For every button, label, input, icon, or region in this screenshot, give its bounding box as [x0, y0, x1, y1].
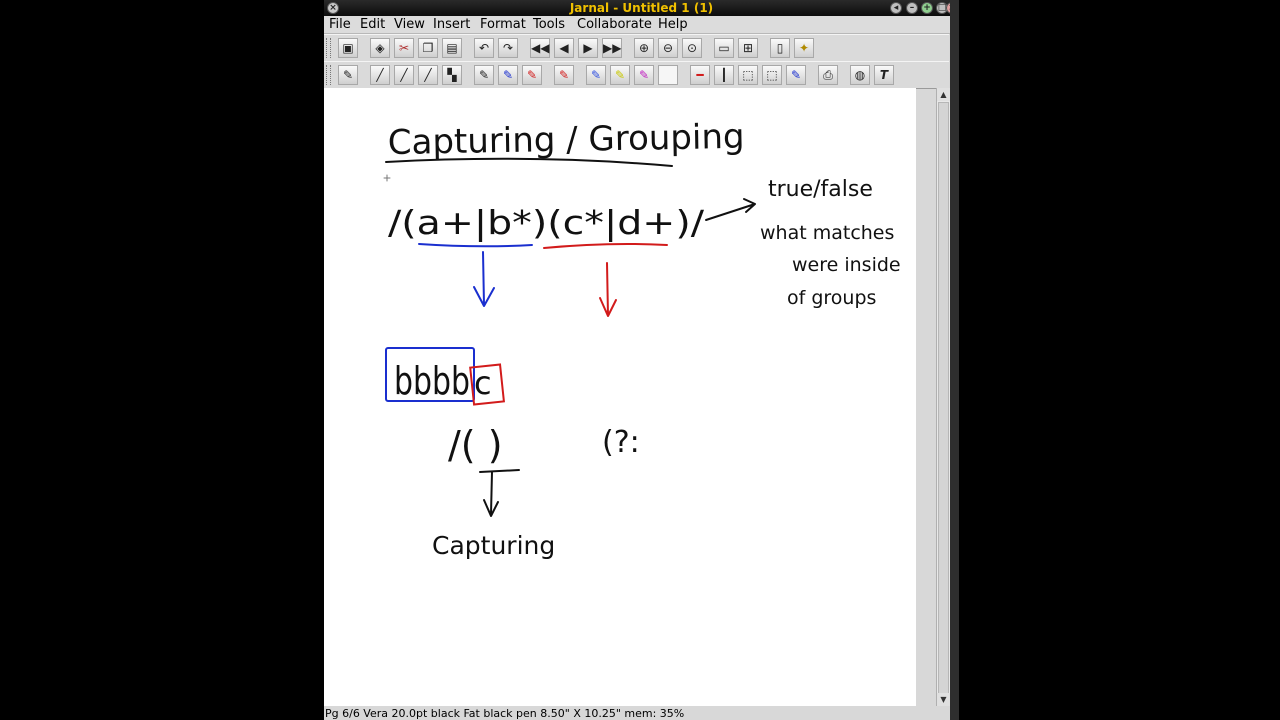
fine-pen-icon[interactable]: ╱	[370, 65, 390, 85]
insert-page-icon[interactable]: ✦	[794, 38, 814, 58]
minimize-icon[interactable]: –	[906, 2, 918, 14]
menu-help[interactable]: Help	[658, 17, 688, 32]
yellow-highlighter-icon[interactable]: ✎	[610, 65, 630, 85]
toolbar-main: ▣ ◈ ✂ ❐ ▤ ↶ ↷ ◀◀ ◀ ▶ ▶▶ ⊕ ⊖ ⊙ ▭ ⊞ ▯ ✦	[324, 34, 949, 62]
magenta-highlighter-icon[interactable]: ✎	[634, 65, 654, 85]
white-tool-icon[interactable]	[658, 65, 678, 85]
pen-icon[interactable]: ✎	[338, 65, 358, 85]
noncapturing-notation: (?:	[602, 425, 640, 460]
red-pen-icon[interactable]: ✎	[522, 65, 542, 85]
scroll-down-icon[interactable]: ▼	[937, 693, 950, 706]
menu-format[interactable]: Format	[480, 17, 526, 32]
capturing-label: Capturing	[432, 531, 555, 560]
title-bar[interactable]: × Jarnal - Untitled 1 (1) ◂ – + □ ×	[324, 0, 959, 16]
zoom-fit-icon[interactable]: ⊙	[682, 38, 702, 58]
menu-insert[interactable]: Insert	[433, 17, 470, 32]
shade-icon[interactable]: +	[921, 2, 933, 14]
prev-page-icon[interactable]: ◀	[554, 38, 574, 58]
drawing-canvas[interactable]: Capturing / Grouping /(a+|b*)(c*|d+)/ tr…	[324, 88, 916, 706]
blue-pen-icon[interactable]: ✎	[498, 65, 518, 85]
new-page-icon[interactable]: ▯	[770, 38, 790, 58]
blue-highlighter-icon[interactable]: ✎	[586, 65, 606, 85]
menu-edit[interactable]: Edit	[360, 17, 385, 32]
example-text: bbbb	[394, 359, 470, 403]
blue-marker-icon[interactable]: ✎	[786, 65, 806, 85]
menu-icon[interactable]: ◂	[890, 2, 902, 14]
menu-collaborate[interactable]: Collaborate	[577, 17, 652, 32]
handwritten-title: Capturing / Grouping	[387, 117, 744, 163]
toolbar-grip[interactable]	[326, 38, 331, 58]
status-bar: Pg 6/6 Vera 20.0pt black Fat black pen 8…	[324, 706, 949, 720]
zoom-in-icon[interactable]: ⊕	[634, 38, 654, 58]
select-region-icon[interactable]: ⬚	[762, 65, 782, 85]
undo-icon[interactable]: ↶	[474, 38, 494, 58]
jarnal-window: × Jarnal - Untitled 1 (1) ◂ – + □ × File…	[324, 0, 959, 720]
redo-icon[interactable]: ↷	[498, 38, 518, 58]
vertical-scrollbar[interactable]: ▲ ▼	[936, 88, 951, 706]
dark-pen-icon[interactable]: ✎	[474, 65, 494, 85]
page-icon[interactable]: ▣	[338, 38, 358, 58]
capturing-group-notation: /( )	[448, 423, 503, 467]
status-text: Pg 6/6 Vera 20.0pt black Fat black pen 8…	[325, 707, 685, 720]
text-tool-icon[interactable]: T	[874, 65, 894, 85]
pen-color-icon[interactable]: ✎	[554, 65, 574, 85]
black-line-icon[interactable]: ┃	[714, 65, 734, 85]
scroll-thumb[interactable]	[938, 102, 949, 694]
menu-tools[interactable]: Tools	[533, 17, 565, 32]
eraser-icon[interactable]: ◈	[370, 38, 390, 58]
handwriting-layer: Capturing / Grouping /(a+|b*)(c*|d+)/ tr…	[383, 117, 901, 560]
window-border	[950, 0, 959, 720]
select-icon[interactable]: ⬚	[738, 65, 758, 85]
fat-pen-icon[interactable]: ╱	[418, 65, 438, 85]
menu-bar: File Edit View Insert Format Tools Colla…	[324, 16, 959, 34]
zoom-out-icon[interactable]: ⊖	[658, 38, 678, 58]
multi-page-icon[interactable]: ⊞	[738, 38, 758, 58]
medium-pen-icon[interactable]: ╱	[394, 65, 414, 85]
globe-icon[interactable]: ◍	[850, 65, 870, 85]
menu-file[interactable]: File	[329, 17, 351, 32]
note-line-3: were inside	[792, 254, 901, 276]
toolbar-grip[interactable]	[326, 65, 331, 85]
window-title: Jarnal - Untitled 1 (1)	[569, 1, 714, 15]
copy-icon[interactable]: ❐	[418, 38, 438, 58]
last-page-icon[interactable]: ▶▶	[602, 38, 622, 58]
red-line-icon[interactable]: ━	[690, 65, 710, 85]
example-tail: c	[474, 364, 492, 402]
toolbar-pens: ✎ ╱ ╱ ╱ ▚ ✎ ✎ ✎ ✎ ✎ ✎ ✎ ━ ┃ ⬚ ⬚ ✎ ⎙ ◍ T	[324, 61, 949, 89]
scroll-up-icon[interactable]: ▲	[937, 88, 950, 101]
handwritten-regex: /(a+|b*)(c*|d+)/	[388, 203, 705, 242]
note-line-2: what matches	[760, 222, 894, 244]
paste-icon[interactable]: ▤	[442, 38, 462, 58]
black-pen-icon[interactable]: ▚	[442, 65, 462, 85]
cut-icon[interactable]: ✂	[394, 38, 414, 58]
menu-view[interactable]: View	[394, 17, 425, 32]
note-line-4: of groups	[787, 287, 876, 309]
first-page-icon[interactable]: ◀◀	[530, 38, 550, 58]
next-page-icon[interactable]: ▶	[578, 38, 598, 58]
note-line-1: true/false	[768, 177, 873, 202]
print-icon[interactable]: ⎙	[818, 65, 838, 85]
single-page-icon[interactable]: ▭	[714, 38, 734, 58]
